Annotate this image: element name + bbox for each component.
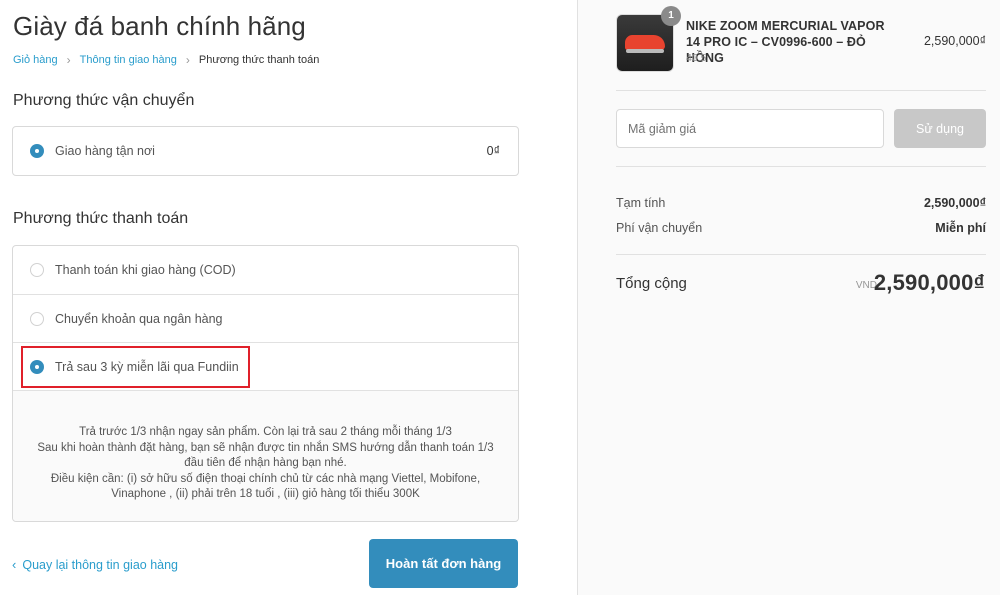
payment-info-line: Sau khi hoàn thành đặt hàng, bạn sẽ nhận… [37, 441, 494, 470]
payment-info-line: Trả trước 1/3 nhận ngay sản phẩm. Còn lạ… [79, 426, 452, 438]
back-to-shipping-link[interactable]: ‹ Quay lại thông tin giao hàng [12, 557, 178, 572]
subtotal-row: Tạm tính 2,590,000₫ [616, 196, 986, 210]
shoe-icon [625, 35, 665, 50]
product-price: 2,590,000₫ [923, 34, 986, 48]
payment-option-bank-transfer[interactable]: Chuyển khoản qua ngân hàng [13, 294, 518, 342]
order-summary: 1 NIKE ZOOM MERCURIAL VAPOR 14 PRO IC – … [577, 0, 1000, 595]
divider [616, 166, 986, 167]
payment-info-panel: Trả trước 1/3 nhận ngay sản phẩm. Còn lạ… [13, 390, 518, 521]
total-value: 2,590,000₫ [873, 270, 985, 295]
total-label: Tổng cộng [616, 275, 687, 292]
product-item: 1 NIKE ZOOM MERCURIAL VAPOR 14 PRO IC – … [616, 6, 986, 74]
divider [616, 254, 986, 255]
apply-discount-button[interactable]: Sử dụng [894, 109, 986, 148]
shipping-fee-label: Phí vận chuyển [616, 221, 703, 235]
radio-checked-icon[interactable] [30, 144, 44, 158]
chevron-left-icon: ‹ [12, 557, 17, 572]
payment-method-box: Thanh toán khi giao hàng (COD) Chuyển kh… [12, 245, 519, 522]
product-variant: 40.5 [686, 52, 707, 64]
breadcrumb-shipping-info[interactable]: Thông tin giao hàng [80, 54, 177, 66]
quantity-badge: 1 [661, 6, 681, 26]
checkout-main: Giày đá banh chính hãng Giỏ hàng › Thông… [0, 0, 577, 595]
payment-option-label: Thanh toán khi giao hàng (COD) [55, 263, 236, 277]
radio-unchecked-icon[interactable] [30, 263, 44, 277]
subtotal-label: Tạm tính [616, 196, 666, 210]
discount-code-input[interactable] [616, 109, 884, 148]
back-link-label: Quay lại thông tin giao hàng [22, 557, 179, 572]
shipping-method-box: Giao hàng tận nơi 0₫ [12, 126, 519, 176]
shipping-option-label: Giao hàng tận nơi [55, 144, 155, 158]
breadcrumb-payment-method: Phương thức thanh toán [198, 54, 320, 66]
payment-info-line: Điều kiện cần: (i) sở hữu số điện thoại … [50, 472, 481, 501]
complete-order-button[interactable]: Hoàn tất đơn hàng [369, 539, 518, 588]
chevron-right-icon: › [185, 53, 190, 67]
subtotal-value: 2,590,000₫ [923, 196, 986, 210]
chevron-right-icon: › [66, 53, 71, 67]
shop-title[interactable]: Giày đá banh chính hãng [13, 11, 306, 42]
payment-option-fundiin[interactable]: Trả sau 3 kỳ miễn lãi qua Fundiin [13, 342, 518, 390]
payment-method-title: Phương thức thanh toán [13, 210, 189, 227]
product-name: NIKE ZOOM MERCURIAL VAPOR 14 PRO IC – CV… [686, 19, 885, 65]
shipping-option-price: 0₫ [486, 144, 500, 158]
shipping-fee-row: Phí vận chuyển Miễn phí [616, 221, 986, 235]
shoe-sole-icon [626, 49, 664, 53]
payment-option-label: Chuyển khoản qua ngân hàng [55, 311, 223, 326]
radio-unchecked-icon[interactable] [30, 311, 44, 326]
highlight-box [21, 346, 250, 388]
divider [616, 90, 986, 91]
breadcrumb-cart[interactable]: Giỏ hàng [13, 54, 58, 66]
shipping-option-home-delivery[interactable]: Giao hàng tận nơi 0₫ [13, 127, 518, 175]
shipping-method-title: Phương thức vận chuyển [13, 92, 195, 109]
breadcrumb: Giỏ hàng › Thông tin giao hàng › Phương … [13, 53, 319, 67]
shipping-fee-value: Miễn phí [935, 221, 986, 235]
payment-option-cod[interactable]: Thanh toán khi giao hàng (COD) [13, 246, 518, 294]
